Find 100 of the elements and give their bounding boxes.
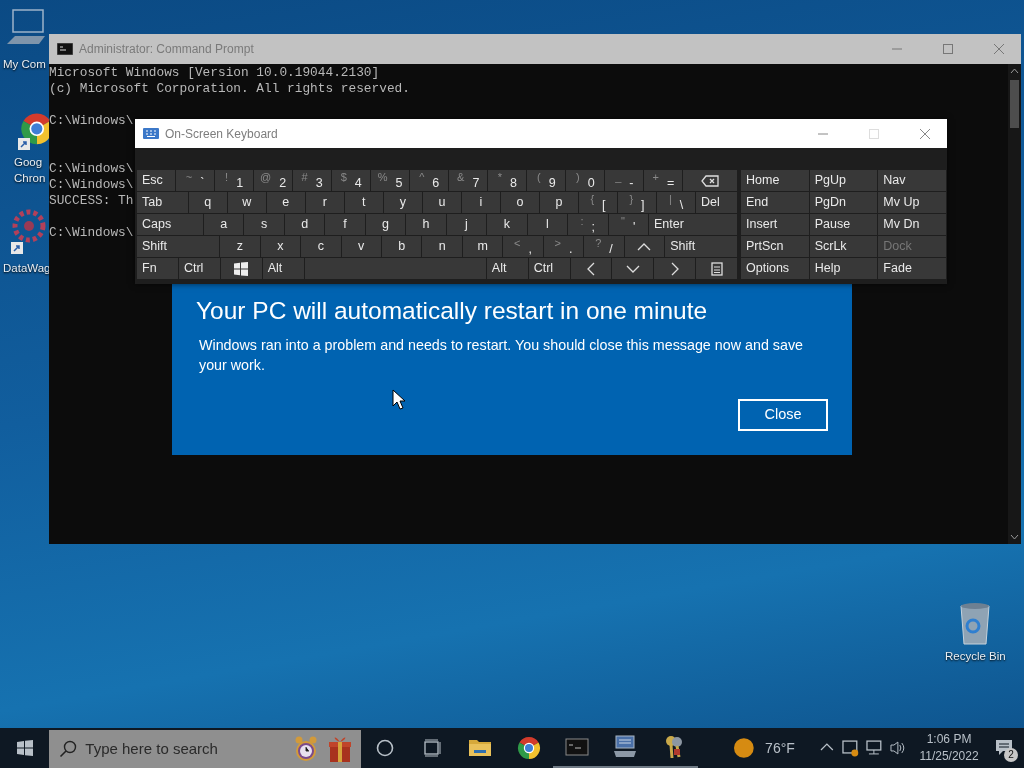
keyboard-key[interactable]: PrtScn [741, 236, 809, 257]
close-icon [919, 128, 930, 139]
keyboard-monitor-icon [613, 735, 638, 759]
keyboard-key[interactable]: Options [741, 258, 809, 279]
keyboard-key[interactable]: Del [696, 192, 737, 213]
keyboard-key[interactable]: a [203, 214, 244, 235]
keyboard-key[interactable]: Tab [137, 192, 188, 213]
keyboard-key[interactable]: q [188, 192, 227, 213]
keyboard-key[interactable]: ? / [584, 236, 624, 257]
keyboard-key[interactable]: s [244, 214, 284, 235]
search-box[interactable]: Type here to search [49, 730, 362, 768]
keyboard-key[interactable]: : ; [568, 214, 608, 235]
maximize-icon [942, 44, 953, 54]
window-title: Administrator: Command Prompt [79, 41, 254, 58]
keyboard-key[interactable]: y [383, 192, 422, 213]
keyboard-key[interactable]: | \ [657, 192, 696, 213]
keyboard-key[interactable]: + = [644, 170, 683, 191]
keyboard-key[interactable]: PgUp [809, 170, 878, 191]
keyboard-key[interactable]: { [ [578, 192, 617, 213]
keyboard-key[interactable]: Mv Up [878, 192, 946, 213]
close-button[interactable]: Close [738, 399, 828, 431]
keyboard-key[interactable]: Pause [809, 214, 878, 235]
scrollbar[interactable] [1008, 64, 1021, 544]
keyboard-key[interactable]: l [527, 214, 568, 235]
keyboard-key[interactable]: Ctrl [178, 258, 220, 279]
keyboard-key[interactable]: Fade [878, 258, 946, 279]
keyboard-key[interactable]: ( 9 [527, 170, 566, 191]
keyboard-key[interactable]: Home [741, 170, 809, 191]
weather-text[interactable]: 76°F [765, 737, 817, 759]
keyboard-key[interactable]: x [260, 236, 301, 257]
keyboard-key[interactable]: f [325, 214, 365, 235]
keyboard-key[interactable]: Insert [741, 214, 809, 235]
keyboard-key[interactable]: ~ ` [176, 170, 215, 191]
notification-button[interactable]: 2 [984, 728, 1024, 768]
keyboard-key[interactable]: w [227, 192, 266, 213]
keyboard-key[interactable]: c [301, 236, 341, 257]
keyboard-key[interactable]: h [406, 214, 446, 235]
scroll-thumb[interactable] [1010, 80, 1019, 128]
keyboard-key[interactable]: t [344, 192, 383, 213]
keyboard-key[interactable]: ! 1 [215, 170, 254, 191]
menu-icon [710, 261, 723, 276]
clock[interactable]: 1:06 PM 11/25/2022 [913, 731, 985, 765]
keyboard-key[interactable]: n [422, 236, 462, 257]
keyboard-key[interactable]: e [266, 192, 305, 213]
keyboard-key[interactable]: # 3 [293, 170, 332, 191]
keyboard-key[interactable] [696, 258, 738, 279]
keyboard-key[interactable]: p [539, 192, 578, 213]
minimize-icon [817, 132, 828, 135]
keyboard-key[interactable]: Shift [665, 236, 737, 257]
keyboard-key[interactable]: u [422, 192, 461, 213]
date-text: 11/25/2022 [918, 748, 980, 765]
keyboard-key[interactable]: Alt [262, 258, 304, 279]
keyboard-key[interactable]: ) 0 [566, 170, 605, 191]
keyboard-key[interactable]: $ 4 [332, 170, 371, 191]
speaker-icon[interactable] [888, 739, 907, 757]
keyboard-key[interactable]: _ - [605, 170, 644, 191]
keyboard-key[interactable]: z [220, 236, 260, 257]
keyboard-key[interactable]: % 5 [371, 170, 410, 191]
keyboard-key[interactable] [220, 258, 262, 279]
backspace-icon [701, 173, 720, 188]
keyboard-key[interactable]: } ] [618, 192, 657, 213]
keyboard-key[interactable]: Alt [486, 258, 528, 279]
keyboard-key[interactable]: j [446, 214, 487, 235]
keyboard-key[interactable]: @ 2 [254, 170, 293, 191]
keyboard-key[interactable]: End [741, 192, 809, 213]
keyboard-key[interactable]: ScrLk [809, 236, 878, 257]
keyboard-key[interactable]: Esc [137, 170, 176, 191]
console-line: (c) Microsoft Corporation. All rights reserved. [49, 81, 410, 97]
dialog-title: Your PC will automatically restart in one minute [196, 296, 709, 326]
search-field[interactable]: Type here to search [85, 737, 286, 761]
keyboard-key[interactable]: d [284, 214, 325, 235]
circle-icon [376, 739, 394, 757]
keyboard-key[interactable]: o [500, 192, 539, 213]
keyboard-key[interactable]: < , [503, 236, 543, 257]
keyboard-key[interactable]: m [462, 236, 503, 257]
keyboard-key[interactable]: v [341, 236, 381, 257]
keyboard-key[interactable]: Mv Dn [878, 214, 946, 235]
window-title: On-Screen Keyboard [165, 125, 278, 143]
keyboard-key[interactable]: Nav [878, 170, 946, 191]
keyboard-key[interactable]: Shift [137, 236, 220, 257]
keyboard-key[interactable]: r [305, 192, 344, 213]
windows-logo-icon [234, 261, 249, 276]
keyboard-key[interactable]: > . [543, 236, 584, 257]
keyboard-key[interactable]: b [381, 236, 422, 257]
icon-label: DataWag [3, 261, 51, 276]
keyboard-key[interactable]: g [365, 214, 406, 235]
network-icon[interactable] [865, 739, 883, 757]
keyboard-key[interactable]: i [461, 192, 500, 213]
keyboard-key[interactable]: " ' [608, 214, 648, 235]
keyboard-key[interactable]: k [487, 214, 527, 235]
keyboard-key[interactable]: Help [809, 258, 878, 279]
keyboard-key[interactable]: ^ 6 [410, 170, 449, 191]
keyboard-key[interactable]: & 7 [449, 170, 488, 191]
keyboard-key[interactable]: * 8 [488, 170, 527, 191]
keyboard-key[interactable]: Caps [137, 214, 203, 235]
keyboard-key[interactable]: Enter [648, 214, 737, 235]
keyboard-key[interactable]: PgDn [809, 192, 878, 213]
keyboard-key[interactable]: Ctrl [528, 258, 570, 279]
keyboard-key[interactable] [683, 170, 737, 191]
keyboard-key[interactable]: Fn [137, 258, 178, 279]
